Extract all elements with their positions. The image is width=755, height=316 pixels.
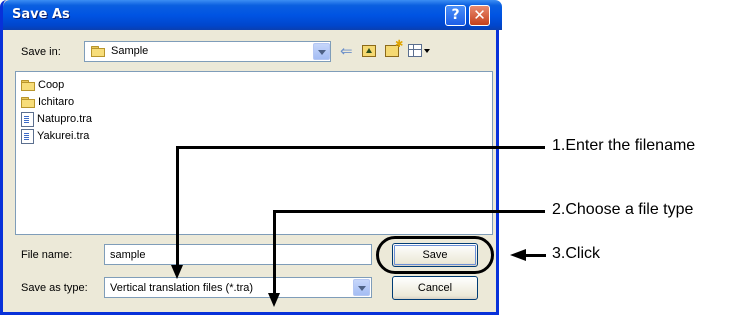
highlight-circle (376, 236, 494, 274)
list-item[interactable]: Ichitaro (21, 94, 74, 110)
document-icon (21, 111, 34, 127)
help-button[interactable]: ? (445, 5, 466, 26)
views-chevron-icon[interactable] (424, 49, 430, 53)
annotation-line (176, 146, 545, 149)
file-name: Coop (38, 79, 65, 91)
folder-icon (21, 96, 35, 108)
annotation-line (176, 146, 179, 266)
folder-icon (91, 46, 105, 57)
annotation-line (524, 254, 546, 257)
list-item[interactable]: Coop (21, 77, 64, 93)
chevron-down-icon[interactable] (353, 279, 370, 296)
file-name-input[interactable]: sample (104, 244, 372, 265)
back-arrow-icon[interactable]: ⇐ (340, 41, 356, 61)
file-name-label: File name: (21, 249, 73, 261)
save-in-label: Save in: (21, 46, 61, 58)
new-folder-icon[interactable]: ✱ (385, 40, 403, 57)
save-in-value: Sample (111, 45, 149, 57)
save-as-type-dropdown[interactable]: Vertical translation files (*.tra) (104, 277, 372, 298)
arrow-down-icon (268, 293, 280, 307)
document-icon (21, 128, 34, 144)
save-as-type-value: Vertical translation files (*.tra) (110, 282, 254, 294)
up-folder-icon[interactable] (362, 45, 376, 57)
chevron-down-icon[interactable] (313, 43, 330, 60)
save-as-type-label: Save as type: (21, 282, 88, 294)
list-item[interactable]: Natupro.tra (21, 111, 92, 127)
file-name: Yakurei.tra (37, 130, 90, 142)
list-item[interactable]: Yakurei.tra (21, 128, 89, 144)
annotation-line (273, 210, 276, 296)
views-menu-icon[interactable] (408, 44, 422, 57)
annotation-step2: 2.Choose a file type (552, 201, 694, 218)
arrow-down-icon (171, 265, 183, 279)
annotation-step1: 1.Enter the filename (552, 137, 696, 154)
annotation-step3: 3.Click (552, 245, 601, 262)
cancel-button[interactable]: Cancel (392, 276, 478, 300)
close-button[interactable]: ✕ (469, 5, 490, 26)
folder-icon (21, 79, 35, 91)
file-name: Natupro.tra (37, 113, 93, 125)
file-name: Ichitaro (38, 96, 75, 108)
file-name-value: sample (110, 249, 146, 261)
save-in-dropdown[interactable]: Sample (84, 41, 331, 62)
dialog-title: Save As (12, 7, 70, 22)
annotation-line (273, 210, 545, 213)
title-bar[interactable]: Save As ? ✕ (3, 0, 502, 30)
